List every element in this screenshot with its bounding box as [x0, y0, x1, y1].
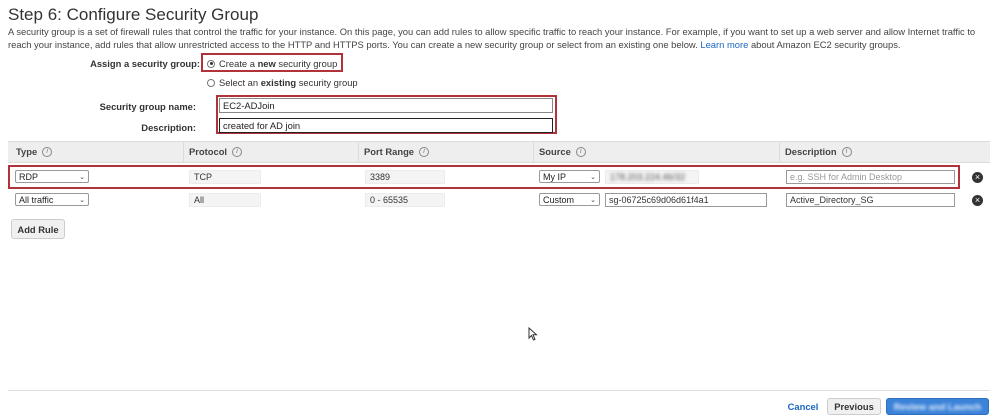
add-rule-button[interactable]: Add Rule	[11, 219, 65, 239]
info-icon[interactable]: i	[841, 146, 852, 157]
group-description-input[interactable]: created for AD join	[219, 118, 553, 133]
group-name-input[interactable]: EC2-ADJoin	[219, 98, 553, 113]
col-header-port-range: Port Range i	[364, 146, 430, 157]
source-group-input[interactable]: sg-06725c69d06d61f4a1	[605, 193, 767, 207]
col-separator	[533, 141, 534, 163]
cancel-button[interactable]: Cancel	[782, 398, 824, 415]
remove-rule-icon[interactable]: ×	[972, 195, 983, 206]
col-header-protocol: Protocol i	[189, 146, 243, 157]
radio-unchecked-icon[interactable]	[207, 78, 215, 87]
rule-description-input[interactable]: e.g. SSH for Admin Desktop	[786, 170, 955, 184]
type-select[interactable]: All traffic ⌄	[15, 193, 89, 206]
learn-more-link[interactable]: Learn more	[700, 39, 748, 50]
previous-button[interactable]: Previous	[827, 398, 881, 415]
col-separator	[183, 141, 184, 163]
info-icon[interactable]: i	[575, 146, 586, 157]
source-ip-field: 178.203.224.46/32	[605, 170, 699, 184]
info-icon[interactable]: i	[419, 146, 430, 157]
intro-tail: about Amazon EC2 security groups.	[750, 39, 901, 50]
info-icon[interactable]: i	[42, 146, 53, 157]
info-icon[interactable]: i	[232, 146, 243, 157]
assign-group-label: Assign a security group:	[90, 58, 200, 69]
protocol-field: All	[189, 193, 261, 207]
review-and-launch-button[interactable]: Review and Launch	[886, 398, 989, 415]
protocol-field: TCP	[189, 170, 261, 184]
chevron-down-icon: ⌄	[79, 173, 85, 181]
col-header-type: Type i	[16, 146, 53, 157]
intro-text: A security group is a set of firewall ru…	[8, 25, 988, 51]
type-select[interactable]: RDP ⌄	[15, 170, 89, 183]
source-select[interactable]: Custom ⌄	[539, 193, 600, 206]
col-separator	[358, 141, 359, 163]
radio-existing-label: Select an existing security group	[219, 77, 358, 88]
port-range-field: 0 - 65535	[365, 193, 445, 207]
chevron-down-icon: ⌄	[79, 196, 85, 204]
chevron-down-icon: ⌄	[590, 196, 596, 204]
group-description-label: Description:	[141, 122, 196, 133]
footer-divider	[8, 390, 990, 391]
page-title: Step 6: Configure Security Group	[8, 5, 259, 24]
mouse-cursor-icon	[528, 327, 538, 341]
group-name-label: Security group name:	[99, 101, 196, 112]
radio-checked-icon[interactable]	[207, 59, 215, 68]
col-separator	[779, 141, 780, 163]
source-select[interactable]: My IP ⌄	[539, 170, 600, 183]
rule-description-input[interactable]: Active_Directory_SG	[786, 193, 955, 207]
col-header-source: Source i	[539, 146, 586, 157]
chevron-down-icon: ⌄	[590, 173, 596, 181]
radio-create-new-group[interactable]: Create a new security group	[207, 58, 337, 69]
remove-rule-icon[interactable]: ×	[972, 172, 983, 183]
radio-new-label: Create a new security group	[219, 58, 338, 69]
port-range-field: 3389	[365, 170, 445, 184]
radio-select-existing-group[interactable]: Select an existing security group	[207, 77, 358, 88]
col-header-description: Description i	[785, 146, 852, 157]
